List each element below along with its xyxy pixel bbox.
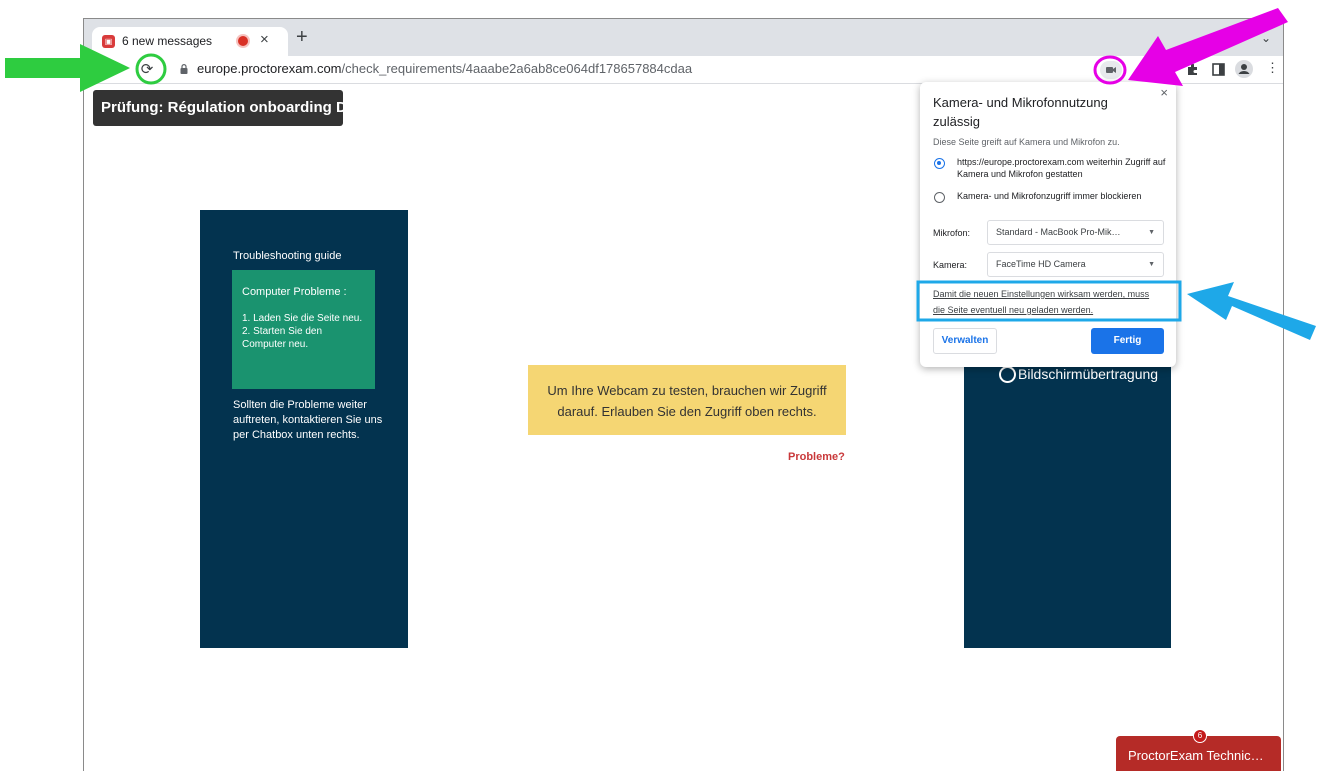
chevron-down-icon: ▼	[1148, 261, 1155, 268]
screen-share-label: Bildschirmübertragung	[1018, 366, 1159, 382]
problems-link[interactable]: Probleme?	[788, 451, 845, 463]
computer-problems-box: Computer Probleme : 1. Laden Sie die Sei…	[232, 270, 375, 389]
block-option-label[interactable]: Kamera- und Mikrofonzugriff immer blocki…	[957, 190, 1167, 202]
screenshot-stage: ▣ 6 new messages × + ⌄ ⟳ europe.proctore…	[0, 0, 1320, 771]
manage-button[interactable]: Verwalten	[933, 328, 997, 354]
browser-tab[interactable]: ▣ 6 new messages ×	[92, 27, 288, 56]
browser-toolbar: ⟳ europe.proctorexam.com/check_requireme…	[84, 56, 1283, 84]
computer-problems-title: Computer Probleme :	[242, 286, 347, 298]
tab-favicon-icon: ▣	[102, 35, 115, 48]
computer-problems-steps: 1. Laden Sie die Seite neu. 2. Starten S…	[242, 313, 363, 350]
url-path: /check_requirements/4aaabe2a6ab8ce064df1…	[341, 61, 693, 76]
lock-icon[interactable]	[180, 64, 188, 74]
camera-label: Kamera:	[933, 260, 968, 270]
allow-radio[interactable]	[934, 158, 945, 169]
camera-select[interactable]: FaceTime HD Camera ▼	[987, 252, 1164, 277]
menu-icon[interactable]: ⋮	[1266, 60, 1279, 76]
tab-title: 6 new messages	[122, 34, 213, 48]
camera-value: FaceTime HD Camera	[996, 259, 1086, 269]
popup-title: Kamera- und Mikrofonnutzung zulässig	[933, 95, 1108, 129]
chat-unread-badge: 6	[1193, 729, 1207, 743]
screen-share-radio[interactable]	[999, 366, 1016, 383]
done-button[interactable]: Fertig	[1091, 328, 1164, 354]
popup-description: Diese Seite greift auf Kamera und Mikrof…	[933, 137, 1120, 147]
microphone-label: Mikrofon:	[933, 228, 971, 238]
troubleshooting-heading: Troubleshooting guide	[233, 250, 342, 262]
profile-icon[interactable]	[1235, 60, 1253, 78]
new-tab-button[interactable]: +	[296, 27, 308, 47]
reload-notice: Damit die neuen Einstellungen wirksam we…	[933, 289, 1150, 315]
webcam-notice: Um Ihre Webcam zu testen, brauchen wir Z…	[528, 365, 846, 435]
troubleshooting-panel: Troubleshooting guide Computer Probleme …	[200, 210, 408, 648]
chevron-down-icon: ▼	[1148, 229, 1155, 236]
exam-title: Prüfung: Régulation onboarding DE	[93, 90, 357, 126]
reload-button[interactable]: ⟳	[136, 59, 158, 81]
tab-close-icon[interactable]: ×	[260, 31, 269, 48]
block-radio[interactable]	[934, 192, 945, 203]
extensions-icon[interactable]	[1186, 62, 1200, 76]
address-bar[interactable]: europe.proctorexam.com/check_requirement…	[197, 61, 692, 76]
troubleshooting-body: Sollten die Probleme weiter auftreten, k…	[233, 399, 383, 441]
camera-permission-popup: × Kamera- und Mikrofonnutzung zulässig D…	[920, 82, 1176, 367]
camera-in-use-icon[interactable]	[1100, 61, 1122, 79]
tab-strip: ▣ 6 new messages × + ⌄	[84, 19, 1283, 56]
popup-divider	[920, 319, 1176, 320]
close-icon[interactable]: ×	[1160, 85, 1168, 100]
tab-search-chevron-icon[interactable]: ⌄	[1261, 31, 1271, 45]
url-host: europe.proctorexam.com	[197, 61, 342, 76]
allow-option-label[interactable]: https://europe.proctorexam.com weiterhin…	[957, 156, 1167, 180]
side-panel-icon[interactable]	[1212, 63, 1225, 76]
recording-indicator-icon	[238, 36, 248, 46]
microphone-value: Standard - MacBook Pro-Mik…	[996, 227, 1121, 237]
camera-glyph-icon	[1106, 67, 1116, 73]
microphone-select[interactable]: Standard - MacBook Pro-Mik… ▼	[987, 220, 1164, 245]
